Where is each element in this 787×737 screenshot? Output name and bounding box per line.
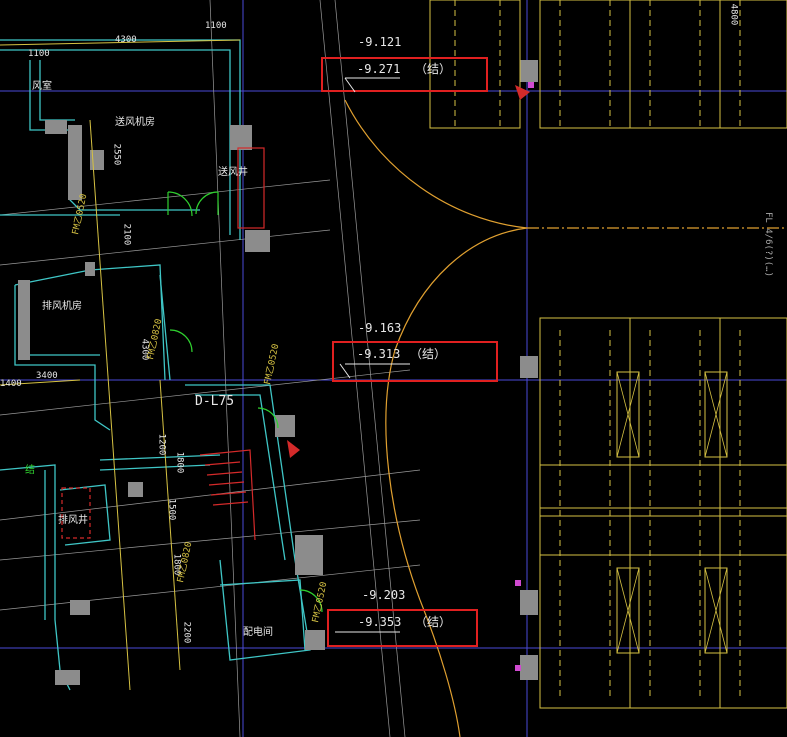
room-mark: 结 — [25, 465, 35, 476]
dim-2550: 2550 — [111, 143, 122, 166]
dim-1800a: 1800 — [174, 451, 185, 474]
room-fengshi: 风室 — [32, 81, 52, 92]
side-note: FL 4/6(?)(…) — [763, 211, 774, 278]
room-distribution: 配电间 — [243, 627, 273, 638]
dim-top-1: 4300 — [115, 35, 137, 45]
label-dl75: D-L75 — [195, 394, 235, 409]
cad-drawing: -9.121 -9.271 （结） -9.163 -9.313 （结） -9.2… — [0, 0, 787, 737]
dim-top-2: 1100 — [205, 21, 227, 31]
dim-4800: 4800 — [728, 3, 739, 26]
room-supply-shaft: 送风井 — [218, 167, 248, 178]
dim-2200: 2200 — [181, 621, 192, 644]
dim-1400: 1400 — [0, 379, 22, 389]
dim-top-3: 1100 — [28, 49, 50, 59]
dim-3400: 3400 — [36, 371, 58, 381]
dim-2100: 2100 — [121, 223, 132, 246]
room-supply-fan: 送风机房 — [115, 117, 155, 128]
room-exhaust-shaft: 排风井 — [58, 515, 88, 526]
level-leaders — [335, 77, 410, 633]
room-exhaust-fan: 排风机房 — [42, 301, 82, 312]
dim-1500: 1500 — [166, 498, 177, 521]
dim-1200: 1200 — [156, 433, 167, 456]
